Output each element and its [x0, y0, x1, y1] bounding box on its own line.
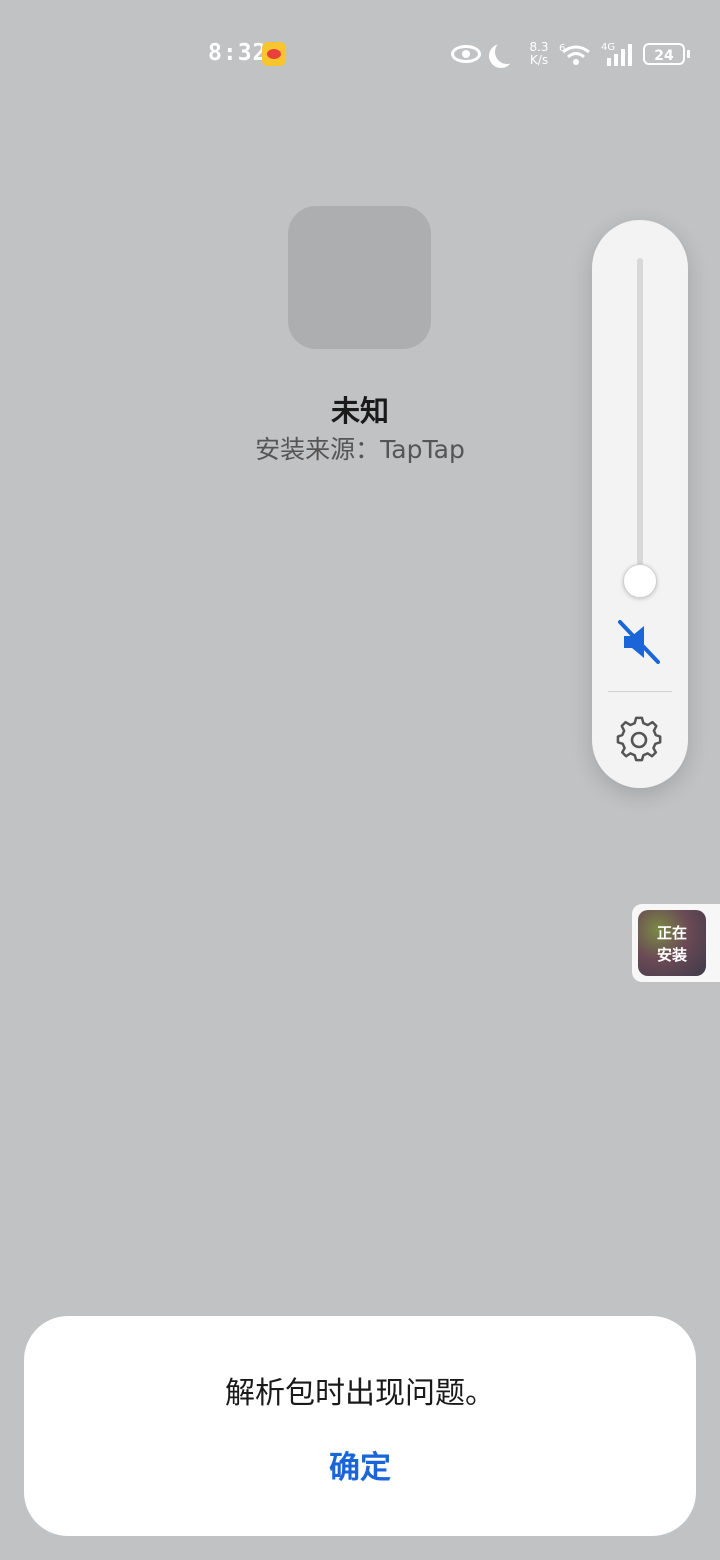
- eye-icon: [451, 45, 481, 63]
- wifi-icon: 6: [559, 43, 590, 65]
- speaker-muted-icon[interactable]: [614, 616, 666, 668]
- dialog-message: 解析包时出现问题。: [225, 1376, 495, 1411]
- status-icons: 8.3 K/s 6 4G 24: [451, 38, 690, 70]
- weibo-notification-icon: [262, 42, 286, 66]
- cellular-signal-icon: 4G: [601, 42, 632, 66]
- network-type: 4G: [601, 42, 615, 53]
- gear-icon[interactable]: [616, 716, 664, 764]
- installing-float-button[interactable]: 正在 安装: [632, 904, 720, 982]
- network-speed-unit: K/s: [529, 53, 549, 67]
- battery-tip: [687, 50, 690, 58]
- status-time: 8:32: [208, 40, 268, 66]
- confirm-button[interactable]: 确定: [260, 1442, 460, 1494]
- installing-label-line2: 安装: [656, 946, 687, 964]
- moon-icon: [495, 40, 519, 64]
- volume-slider-thumb[interactable]: [623, 564, 657, 598]
- volume-slider-track[interactable]: [637, 258, 643, 588]
- panel-divider: [608, 691, 672, 692]
- installing-label: 正在 安装: [638, 922, 706, 966]
- volume-panel: [592, 220, 688, 788]
- status-bar: 8:32 8.3 K/s 6 4G 24: [0, 0, 720, 110]
- error-dialog: 解析包时出现问题。 确定: [24, 1316, 696, 1536]
- network-speed: 8.3 K/s: [527, 41, 551, 67]
- battery-indicator: 24: [643, 43, 690, 65]
- installing-label-line1: 正在: [656, 924, 687, 942]
- app-icon-placeholder: [288, 206, 431, 349]
- battery-level: 24: [643, 43, 685, 65]
